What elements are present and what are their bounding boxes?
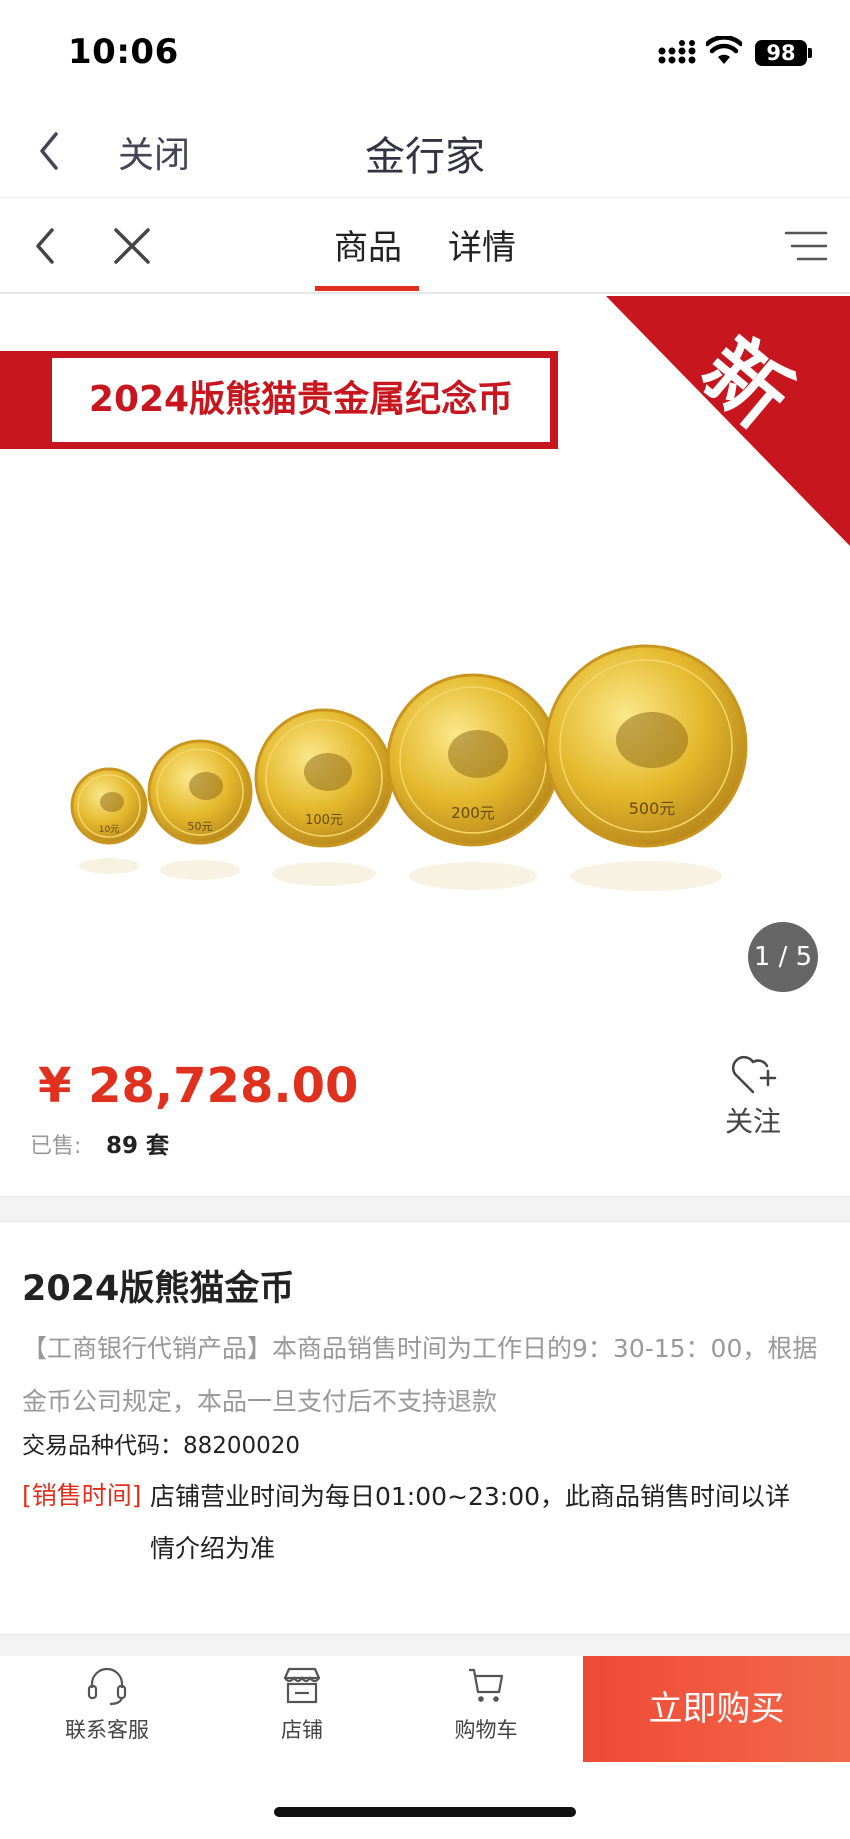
sold-label: 已售: bbox=[30, 1134, 82, 1159]
cart-label: 购物车 bbox=[454, 1718, 518, 1742]
tab-products[interactable]: 商品 bbox=[334, 220, 402, 269]
page-title: 金行家 bbox=[365, 134, 485, 180]
product-description: 【工商银行代销产品】本商品销售时间为工作日的9：30-15：00，根据金币公司规… bbox=[22, 1334, 818, 1416]
close-icon[interactable] bbox=[112, 226, 152, 266]
cart-icon bbox=[469, 1668, 504, 1702]
wifi-icon bbox=[706, 36, 742, 64]
coin-label-10: 10元 bbox=[99, 825, 119, 835]
section-divider-bottom bbox=[0, 1634, 850, 1656]
menu-icon[interactable] bbox=[782, 228, 828, 264]
coin-label-200: 200元 bbox=[451, 804, 495, 822]
product-price: ¥ 28,728.00 bbox=[38, 1058, 359, 1114]
store-label: 店铺 bbox=[281, 1718, 323, 1742]
tab-details[interactable]: 详情 bbox=[448, 220, 516, 269]
customer-service-button[interactable]: 联系客服 bbox=[47, 1664, 167, 1744]
signal-icon bbox=[658, 40, 696, 64]
battery-indicator: 98 bbox=[755, 40, 807, 66]
follow-button[interactable]: 关注 bbox=[718, 1052, 788, 1140]
heart-plus-icon bbox=[731, 1055, 777, 1094]
store-button[interactable]: 店铺 bbox=[242, 1664, 362, 1744]
bottom-action-bar: 联系客服 店铺 购物车 立即购买 bbox=[0, 1656, 850, 1762]
follow-label: 关注 bbox=[724, 1105, 781, 1138]
product-image-carousel[interactable]: 2024版熊猫贵金属纪念币 新 10元 50元 100元 200元 500元 1… bbox=[0, 296, 850, 1026]
coin-label-100: 100元 bbox=[305, 813, 343, 828]
price-section: ¥ 28,728.00 已售: 89 套 关注 bbox=[0, 1026, 850, 1196]
mini-program-nav-bar: 关闭 金行家 bbox=[0, 104, 850, 198]
sale-time-label: [销售时间] bbox=[22, 1481, 142, 1510]
gold-coins-image: 10元 50元 100元 200元 500元 bbox=[70, 644, 748, 891]
trade-code: 交易品种代码：88200020 bbox=[22, 1433, 301, 1459]
banner-text: 2024版熊猫贵金属纪念币 bbox=[88, 379, 514, 420]
headset-icon bbox=[87, 1667, 127, 1706]
coin-label-50: 50元 bbox=[188, 820, 213, 833]
status-bar: 10:06 98 bbox=[0, 0, 850, 104]
customer-service-label: 联系客服 bbox=[65, 1718, 149, 1742]
sale-time-text: 店铺营业时间为每日01:00~23:00，此商品销售时间以详情介绍为准 bbox=[150, 1482, 791, 1563]
home-indicator bbox=[274, 1807, 576, 1817]
status-time: 10:06 bbox=[68, 32, 179, 72]
section-divider bbox=[0, 1196, 850, 1222]
image-page-indicator: 1 / 5 bbox=[748, 922, 818, 992]
cart-button[interactable]: 购物车 bbox=[426, 1664, 546, 1744]
buy-now-button[interactable]: 立即购买 bbox=[583, 1656, 850, 1762]
chevron-left-icon[interactable] bbox=[32, 226, 58, 266]
store-icon bbox=[283, 1667, 321, 1704]
product-title: 2024版熊猫金币 bbox=[22, 1269, 295, 1309]
active-tab-indicator bbox=[315, 286, 419, 291]
battery-tip bbox=[808, 48, 812, 58]
sold-count: 89 套 bbox=[106, 1133, 170, 1159]
product-info-section: 2024版熊猫金币 【工商银行代销产品】本商品销售时间为工作日的9：30-15：… bbox=[0, 1222, 850, 1634]
coin-label-500: 500元 bbox=[629, 799, 676, 818]
product-tab-bar: 商品 详情 bbox=[0, 198, 850, 294]
